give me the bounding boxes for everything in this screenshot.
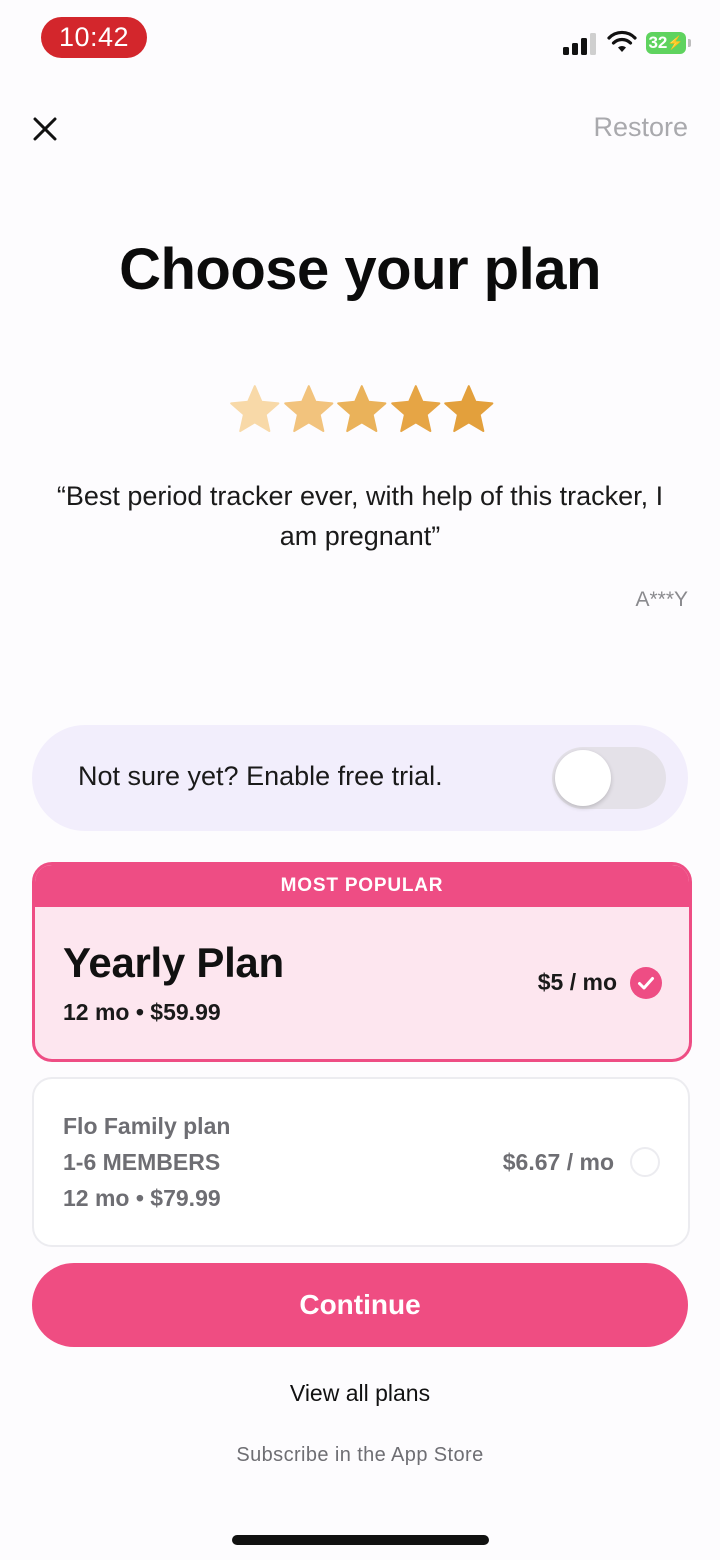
wifi-icon	[607, 30, 637, 52]
star-icon	[283, 385, 333, 433]
continue-button[interactable]: Continue	[32, 1263, 688, 1347]
plan-name: Yearly Plan	[63, 939, 284, 986]
review-author: A***Y	[635, 588, 688, 611]
battery-charging-icon: 32 ⚡	[646, 32, 691, 54]
plan-price: $6.67 / mo	[502, 1149, 614, 1175]
page-title: Choose your plan	[119, 237, 601, 302]
star-icon	[390, 385, 441, 433]
plan-name: Flo Family plan	[63, 1113, 231, 1139]
view-all-plans-link[interactable]: View all plans	[0, 1380, 720, 1407]
paywall-screen: 10:42 32 ⚡ Restore Choose your plan “Best…	[0, 0, 720, 1560]
most-popular-badge: MOST POPULAR	[35, 865, 689, 907]
plan-detail: 12 mo • $59.99	[63, 999, 221, 1025]
battery-level: 32	[648, 33, 668, 52]
free-trial-toggle[interactable]	[552, 747, 666, 809]
checkmark-circle-icon	[630, 967, 662, 999]
radio-unselected-icon	[630, 1147, 660, 1177]
free-trial-label: Not sure yet? Enable free trial.	[78, 761, 443, 791]
cellular-signal-icon	[563, 33, 599, 55]
restore-button[interactable]: Restore	[593, 112, 688, 143]
free-trial-card: Not sure yet? Enable free trial.	[32, 725, 688, 831]
status-time: 10:42	[41, 17, 147, 58]
star-icon	[230, 385, 280, 433]
star-icon	[444, 385, 494, 433]
plan-detail: 12 mo • $79.99	[63, 1185, 221, 1211]
toggle-knob	[555, 750, 611, 806]
star-icon	[337, 385, 387, 433]
plan-price: $5 / mo	[537, 969, 617, 995]
review-quote: “Best period tracker ever, with help of …	[56, 481, 664, 551]
plan-option-yearly[interactable]: MOST POPULAR Yearly Plan 12 mo • $59.99 …	[32, 862, 692, 1062]
rating-stars	[229, 384, 495, 436]
close-icon[interactable]	[30, 114, 60, 144]
plan-members: 1-6 MEMBERS	[63, 1149, 221, 1175]
home-indicator	[232, 1535, 489, 1545]
app-store-note: Subscribe in the App Store	[236, 1444, 484, 1466]
plan-option-family[interactable]: Flo Family plan 1-6 MEMBERS 12 mo • $79.…	[32, 1077, 690, 1247]
